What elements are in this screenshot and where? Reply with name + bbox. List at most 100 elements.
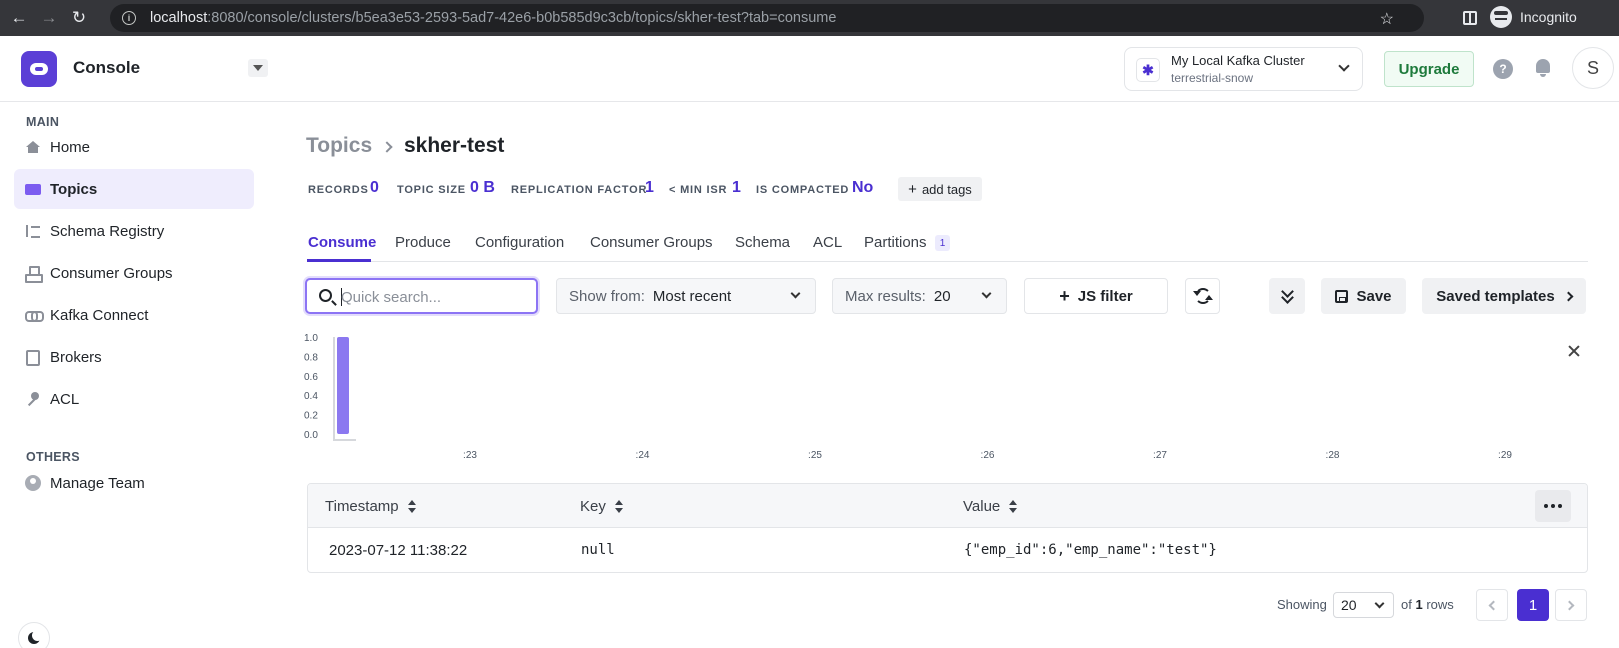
topics-icon <box>25 181 41 197</box>
next-page-button[interactable] <box>1555 589 1587 621</box>
js-filter-button[interactable]: + JS filter <box>1024 278 1168 314</box>
console-logo-icon[interactable] <box>21 51 57 87</box>
app-menu-dropdown-icon[interactable] <box>248 59 268 77</box>
sidebar-item-topics[interactable]: Topics <box>14 169 254 209</box>
upgrade-button[interactable]: Upgrade <box>1384 51 1474 87</box>
incognito-label: Incognito <box>1520 9 1577 25</box>
sidebar-item-label: ACL <box>50 390 80 408</box>
table-header: Timestamp Key Value <box>308 484 1587 528</box>
column-header-value[interactable]: Value <box>963 498 1018 515</box>
sidebar-item-kafka-connect[interactable]: Kafka Connect <box>14 295 254 335</box>
more-options-icon[interactable] <box>1535 490 1571 522</box>
sort-icon <box>614 500 623 513</box>
column-header-key[interactable]: Key <box>580 498 623 515</box>
sidebar-item-home[interactable]: Home <box>14 127 254 167</box>
y-tick-label: 0.2 <box>304 411 318 422</box>
showing-label: Showing <box>1277 597 1327 612</box>
cluster-name: My Local Kafka Cluster <box>1171 53 1305 68</box>
brokers-icon <box>25 349 41 366</box>
forward-arrow-icon[interactable]: → <box>38 7 60 29</box>
cluster-subtitle: terrestrial-snow <box>1171 71 1254 85</box>
cell-key[interactable]: null <box>581 542 615 558</box>
tab-schema[interactable]: Schema <box>735 234 790 251</box>
search-icon <box>319 289 332 302</box>
show-from-value: Most recent <box>652 287 732 305</box>
save-icon <box>1335 289 1349 303</box>
sidebar-item-manage-team[interactable]: Manage Team <box>14 463 254 503</box>
kafka-connect-icon <box>25 307 44 323</box>
sidebar-item-label: Brokers <box>50 348 102 366</box>
incognito-indicator[interactable]: Incognito <box>1490 6 1577 28</box>
chevron-down-icon <box>1374 598 1385 609</box>
app-header: Console ✱ My Local Kafka Cluster terrest… <box>0 36 1619 102</box>
refresh-button[interactable] <box>1185 278 1220 314</box>
back-arrow-icon[interactable]: ← <box>8 7 30 29</box>
stat-records-label: RECORDS <box>308 184 369 196</box>
sidebar-item-schema-registry[interactable]: Schema Registry <box>14 211 254 251</box>
breadcrumb-topics-link[interactable]: Topics <box>306 134 372 158</box>
save-button[interactable]: Save <box>1321 278 1406 314</box>
plus-icon: + <box>908 180 917 198</box>
site-info-icon[interactable]: i <box>122 11 136 25</box>
tab-consume[interactable]: Consume <box>308 234 376 251</box>
page-1-button[interactable]: 1 <box>1517 589 1549 621</box>
previous-page-button[interactable] <box>1476 589 1508 621</box>
add-tags-button[interactable]: + add tags <box>898 177 982 201</box>
y-tick-label: 0.8 <box>304 352 318 363</box>
stat-topic-size-value: 0 B <box>470 179 495 196</box>
tab-produce[interactable]: Produce <box>395 234 451 251</box>
saved-templates-button[interactable]: Saved templates <box>1422 278 1586 314</box>
bookmark-star-icon[interactable]: ☆ <box>1380 9 1394 29</box>
y-tick-label: 0.4 <box>304 391 318 402</box>
schema-registry-icon <box>25 223 41 239</box>
url-host: localhost <box>150 10 208 26</box>
stat-min-isr-label: < MIN ISR <box>669 184 728 196</box>
stat-min-isr-value: 1 <box>732 179 741 196</box>
chevron-down-icon <box>981 288 992 299</box>
page-size-select[interactable]: 20 <box>1333 592 1394 618</box>
tab-consumer-groups[interactable]: Consumer Groups <box>590 234 713 251</box>
max-results-select[interactable]: Max results: 20 <box>832 278 1007 314</box>
tab-acl[interactable]: ACL <box>813 234 842 251</box>
sidebar-item-brokers[interactable]: Brokers <box>14 337 254 377</box>
search-input[interactable] <box>341 286 531 308</box>
show-from-select[interactable]: Show from: Most recent <box>556 278 816 314</box>
reload-icon[interactable]: ↻ <box>68 7 90 29</box>
notifications-bell-icon[interactable] <box>1534 58 1552 78</box>
chevron-right-icon <box>1563 291 1574 301</box>
cluster-selector[interactable]: ✱ My Local Kafka Cluster terrestrial-sno… <box>1124 47 1363 91</box>
histogram-bar[interactable] <box>337 337 349 434</box>
url-text[interactable]: localhost:8080/console/clusters/b5ea3e53… <box>150 10 836 26</box>
quick-search[interactable] <box>305 278 538 314</box>
sidebar-item-label: Kafka Connect <box>50 306 149 324</box>
sidebar-item-label: Home <box>50 138 91 156</box>
column-label: Value <box>963 498 1001 515</box>
close-histogram-icon[interactable] <box>1566 344 1582 360</box>
sidebar-item-acl[interactable]: ACL <box>14 379 254 419</box>
sidebar-item-label: Schema Registry <box>50 222 165 240</box>
consumer-groups-icon <box>25 265 43 283</box>
help-icon[interactable]: ? <box>1493 59 1513 79</box>
tab-partitions[interactable]: Partitions <box>864 234 927 251</box>
refresh-icon <box>1192 288 1213 304</box>
js-filter-label: JS filter <box>1077 287 1133 305</box>
dark-mode-toggle-icon[interactable] <box>18 622 50 648</box>
add-tags-label: add tags <box>921 181 972 197</box>
sidebar-item-consumer-groups[interactable]: Consumer Groups <box>14 253 254 293</box>
cell-timestamp[interactable]: 2023-07-12 11:38:22 <box>329 542 467 559</box>
x-tick-label: :25 <box>808 450 822 461</box>
double-chevron-down-icon <box>1281 288 1293 304</box>
address-bar[interactable]: i localhost:8080/console/clusters/b5ea3e… <box>110 4 1424 32</box>
user-avatar[interactable]: S <box>1572 47 1614 89</box>
sidebar-section-others: OTHERS <box>26 450 80 464</box>
tab-configuration[interactable]: Configuration <box>475 234 564 251</box>
of-label: of <box>1401 597 1412 612</box>
chevron-down-icon <box>790 288 801 299</box>
expand-all-button[interactable] <box>1269 278 1305 314</box>
side-panel-icon[interactable] <box>1463 11 1477 25</box>
column-label: Key <box>580 498 606 515</box>
x-tick-label: :29 <box>1498 450 1512 461</box>
page-title: skher-test <box>404 134 505 157</box>
column-header-timestamp[interactable]: Timestamp <box>325 498 416 515</box>
cell-value[interactable]: {"emp_id":6,"emp_name":"test"} <box>964 542 1217 558</box>
